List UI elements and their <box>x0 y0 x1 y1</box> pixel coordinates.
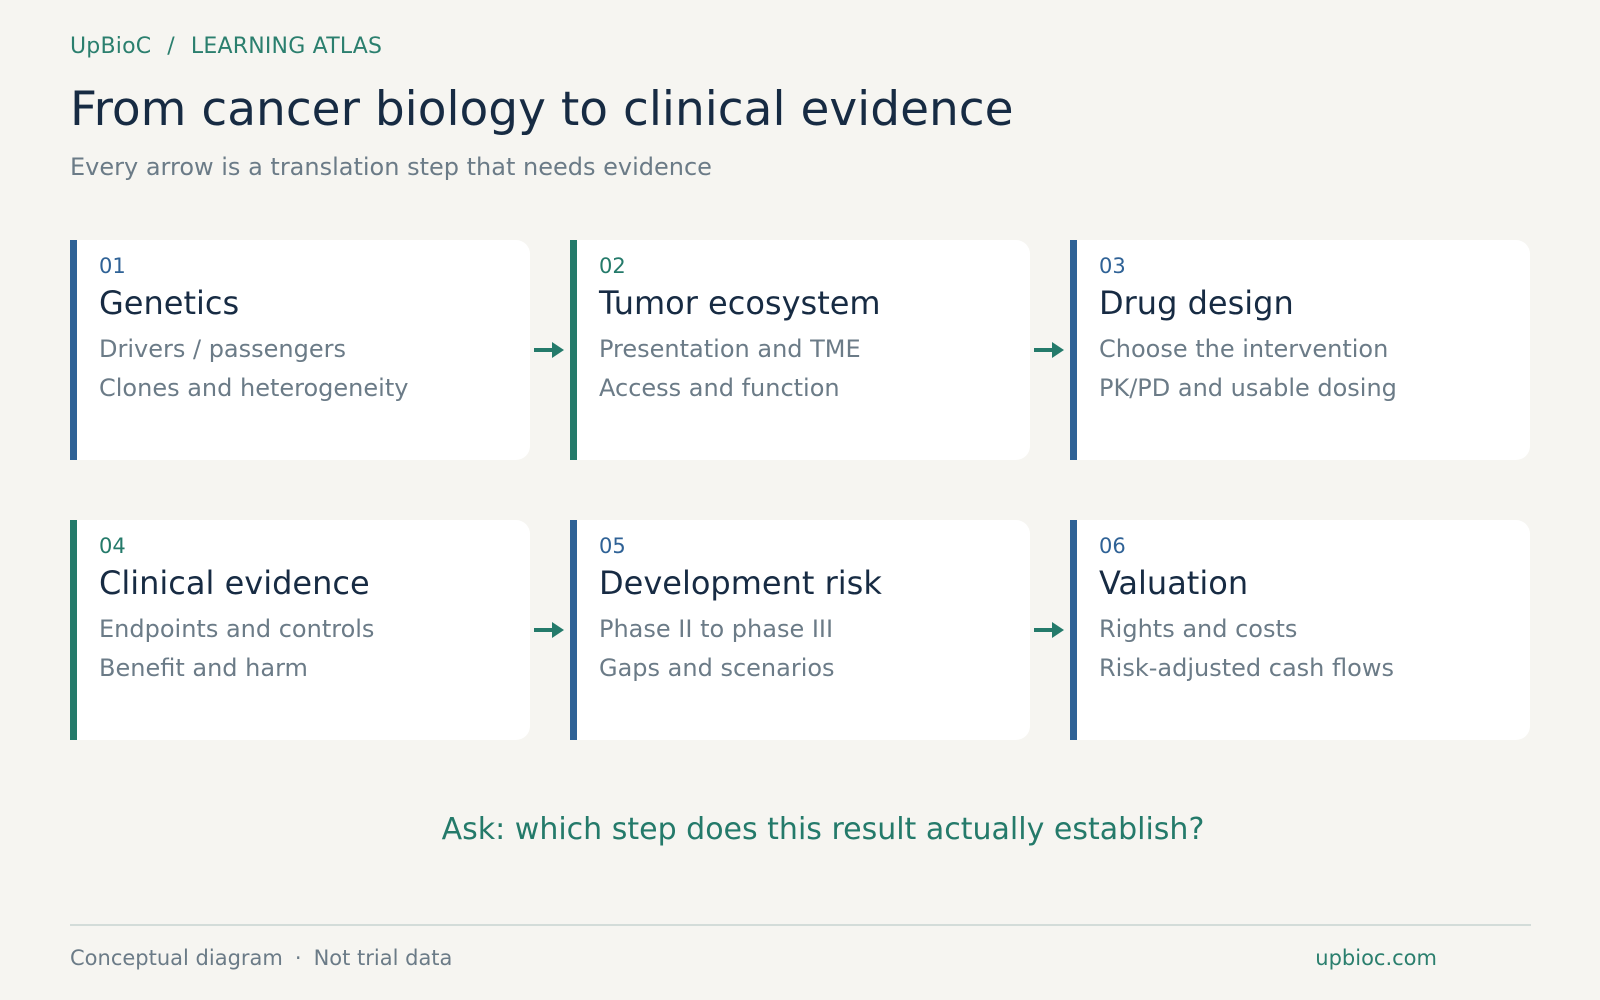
right-arrow-icon <box>1034 342 1064 358</box>
step-number: 04 <box>99 534 126 558</box>
step-title: Valuation <box>1099 564 1249 602</box>
step-card-drug-design: 03 Drug design Choose the intervention P… <box>1070 240 1530 460</box>
step-card-tumor-ecosystem: 02 Tumor ecosystem Presentation and TME … <box>570 240 1030 460</box>
brand-link[interactable]: UpBioC <box>70 34 151 59</box>
step-card-development-risk: 05 Development risk Phase II to phase II… <box>570 520 1030 740</box>
step-title: Genetics <box>99 284 240 322</box>
step-point: Endpoints and controls <box>99 615 375 643</box>
step-number: 02 <box>599 254 626 278</box>
step-title: Tumor ecosystem <box>599 284 881 322</box>
footer-dot: · <box>294 946 302 970</box>
step-title: Development risk <box>599 564 882 602</box>
step-point: Gaps and scenarios <box>599 654 835 682</box>
right-arrow-icon <box>534 622 564 638</box>
step-title: Drug design <box>1099 284 1294 322</box>
step-point: Presentation and TME <box>599 335 861 363</box>
step-number: 01 <box>99 254 126 278</box>
step-number: 06 <box>1099 534 1126 558</box>
guiding-question: Ask: which step does this result actuall… <box>441 812 1205 847</box>
breadcrumb-separator: / <box>167 34 175 59</box>
right-arrow-icon <box>1034 622 1064 638</box>
step-point: Benefit and harm <box>99 654 308 682</box>
step-number: 05 <box>599 534 626 558</box>
page-title: From cancer biology to clinical evidence <box>70 82 1014 137</box>
step-card-clinical-evidence: 04 Clinical evidence Endpoints and contr… <box>70 520 530 740</box>
footer-note-diagram: Conceptual diagram <box>70 946 283 970</box>
site-link[interactable]: upbioc.com <box>1315 946 1437 970</box>
step-card-genetics: 01 Genetics Drivers / passengers Clones … <box>70 240 530 460</box>
step-point: Clones and heterogeneity <box>99 374 409 402</box>
right-arrow-icon <box>534 342 564 358</box>
step-point: Access and function <box>599 374 840 402</box>
step-point: Phase II to phase III <box>599 615 834 643</box>
step-point: Rights and costs <box>1099 615 1298 643</box>
step-card-valuation: 06 Valuation Rights and costs Risk-adjus… <box>1070 520 1530 740</box>
breadcrumb-section[interactable]: LEARNING ATLAS <box>191 34 382 59</box>
footer-divider <box>70 924 1531 926</box>
step-point: PK/PD and usable dosing <box>1099 374 1397 402</box>
footer-note: Conceptual diagram · Not trial data <box>70 946 452 970</box>
footer-note-disclaimer: Not trial data <box>313 946 453 970</box>
step-number: 03 <box>1099 254 1126 278</box>
step-title: Clinical evidence <box>99 564 370 602</box>
step-point: Risk-adjusted cash flows <box>1099 654 1394 682</box>
breadcrumb: UpBioC / LEARNING ATLAS <box>70 34 382 59</box>
step-point: Choose the intervention <box>1099 335 1389 363</box>
step-point: Drivers / passengers <box>99 335 346 363</box>
page-subtitle: Every arrow is a translation step that n… <box>70 153 712 181</box>
